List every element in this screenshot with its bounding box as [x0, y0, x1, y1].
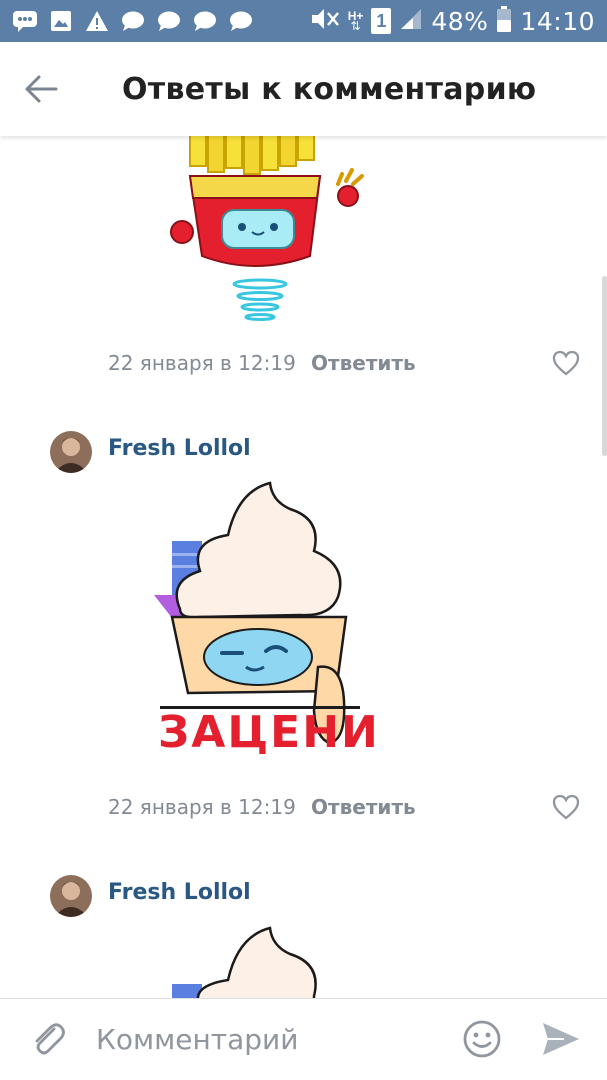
- battery-percent: 48%: [431, 6, 489, 36]
- ice-cream-sticker[interactable]: ЗАЦЕНИ: [150, 481, 380, 771]
- reply-button[interactable]: Ответить: [311, 795, 416, 819]
- message-icon: [156, 8, 182, 34]
- message-icon: [228, 8, 254, 34]
- emoji-icon[interactable]: [462, 1019, 502, 1059]
- comments-feed[interactable]: 22 января в 12:19 Ответить Fresh Lollol …: [0, 136, 607, 998]
- warning-icon: [84, 8, 110, 34]
- french-fries-sticker[interactable]: [160, 136, 380, 326]
- back-button[interactable]: [16, 64, 66, 114]
- data-arrows-icon: ⇅: [350, 19, 361, 33]
- reply-button[interactable]: Ответить: [311, 351, 416, 375]
- message-icon: [120, 8, 146, 34]
- system-indicators: H+ ⇅ 1 48% 14:10: [310, 4, 595, 38]
- send-icon[interactable]: [540, 1019, 582, 1059]
- clock: 14:10: [520, 6, 595, 36]
- message-icon: [192, 8, 218, 34]
- author-name[interactable]: Fresh Lollol: [108, 436, 251, 461]
- avatar[interactable]: [50, 431, 92, 473]
- network-type-icon: H+ ⇅: [348, 10, 364, 33]
- image-icon: [48, 8, 74, 34]
- chat-icon: [12, 8, 38, 34]
- ice-cream-sticker[interactable]: [150, 926, 365, 998]
- page-title: Ответы к комментарию: [122, 72, 537, 107]
- sticker-caption: ЗАЦЕНИ: [158, 707, 380, 758]
- mute-icon: [310, 6, 340, 37]
- status-bar: H+ ⇅ 1 48% 14:10: [0, 0, 607, 42]
- paperclip-icon[interactable]: [28, 1019, 68, 1059]
- app-bar: Ответы к комментарию: [0, 42, 607, 136]
- signal-icon: [399, 7, 423, 36]
- comment-date: 22 января в 12:19: [108, 795, 296, 819]
- comment-compose-bar: [0, 998, 607, 1080]
- comment-input[interactable]: [96, 1019, 436, 1059]
- scrollbar[interactable]: [602, 276, 607, 456]
- author-name[interactable]: Fresh Lollol: [108, 880, 251, 905]
- heart-icon[interactable]: [552, 794, 580, 820]
- avatar[interactable]: [50, 875, 92, 917]
- battery-icon: [496, 5, 512, 38]
- arrow-left-icon: [25, 75, 58, 103]
- notification-icons: [12, 8, 254, 34]
- sim-icon: 1: [371, 8, 392, 34]
- sim-number: 1: [376, 10, 387, 31]
- heart-icon[interactable]: [552, 350, 580, 376]
- comment-date: 22 января в 12:19: [108, 351, 296, 375]
